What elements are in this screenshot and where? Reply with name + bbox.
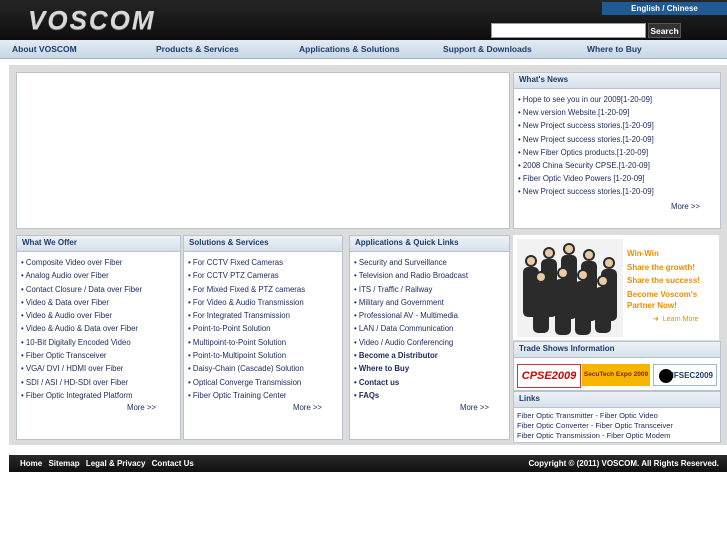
offer-item[interactable]: • Video & Data over Fiber <box>21 296 180 309</box>
news-item[interactable]: • Hope to see you in our 2009[1-20-09] <box>518 93 720 106</box>
cpse-logo[interactable]: CPSE2009 <box>517 364 581 388</box>
offer-item[interactable]: • Analog Audio over Fiber <box>21 269 180 282</box>
arrow-right-icon: ➜ <box>653 316 659 323</box>
news-item[interactable]: • New Fiber Optics products.[1-20-09] <box>518 146 720 159</box>
trade-shows-title: Trade Shows Information <box>514 342 720 358</box>
seo-link[interactable]: Fiber Optic Transmission - Fiber Optic M… <box>514 431 720 441</box>
offer-item[interactable]: • Composite Video over Fiber <box>21 256 180 269</box>
footer-link-legal[interactable]: Legal & Privacy <box>86 459 146 468</box>
news-title: What's News <box>514 73 720 89</box>
offer-item[interactable]: • SDI / ASI / HD-SDI over Fiber <box>21 376 180 389</box>
applications-item[interactable]: • LAN / Data Communication <box>354 322 509 335</box>
footer-link-sitemap[interactable]: Sitemap <box>48 459 79 468</box>
partner-promo[interactable]: Win-Win Share the growth! Share the succ… <box>513 235 719 340</box>
solutions-item[interactable]: • For Mixed Fixed & PTZ cameras <box>188 283 342 296</box>
links-panel: Links Fiber Optic Transmitter - Fiber Op… <box>513 391 721 443</box>
seo-link[interactable]: Fiber Optic Converter - Fiber Optic Tran… <box>514 421 720 431</box>
solutions-item[interactable]: • For CCTV Fixed Cameras <box>188 256 342 269</box>
footer-link-contact[interactable]: Contact Us <box>152 459 194 468</box>
solutions-item[interactable]: • For Video & Audio Transmission <box>188 296 342 309</box>
promo-line: Become Voscom's <box>627 290 698 299</box>
offer-item[interactable]: • Fiber Optic Integrated Platform <box>21 389 180 402</box>
offer-item[interactable]: • Video & Audio over Fiber <box>21 309 180 322</box>
site-header: VOSCOM English / Chinese Search <box>0 0 727 40</box>
applications-item[interactable]: • Television and Radio Broadcast <box>354 269 509 282</box>
copyright-text: Copyright © (2011) VOSCOM. All Rights Re… <box>528 459 719 468</box>
offer-title: What We Offer <box>17 236 180 252</box>
footer-links: Home Sitemap Legal & Privacy Contact Us <box>20 459 198 468</box>
solutions-panel: Solutions & Services • For CCTV Fixed Ca… <box>183 235 343 440</box>
applications-more-link[interactable]: More >> <box>460 403 489 412</box>
ifsec-logo[interactable]: IFSEC2009 <box>653 364 717 386</box>
business-people-photo <box>517 239 623 337</box>
solutions-title: Solutions & Services <box>184 236 342 252</box>
solutions-item[interactable]: • Point-to-Multipoint Solution <box>188 349 342 362</box>
news-item[interactable]: • Fiber Optic Video Powers [1-20-09] <box>518 172 720 185</box>
nav-item-about[interactable]: About VOSCOM <box>12 44 77 54</box>
secutech-logo[interactable]: SecuTech Expo 2009 <box>582 364 650 386</box>
promo-line: Share the growth! <box>627 263 696 272</box>
news-item[interactable]: • New version Website.[1-20-09] <box>518 106 720 119</box>
applications-title: Applications & Quick Links <box>350 236 509 252</box>
trade-shows-panel: Trade Shows Information CPSE2009 SecuTec… <box>513 341 721 391</box>
nav-item-products[interactable]: Products & Services <box>156 44 239 54</box>
applications-item[interactable]: • Video / Audio Conferencing <box>354 336 509 349</box>
applications-item[interactable]: • Contact us <box>354 376 509 389</box>
news-item[interactable]: • 2008 China Security CPSE.[1-20-09] <box>518 159 720 172</box>
applications-item[interactable]: • Become a Distributor <box>354 349 509 362</box>
search-button[interactable]: Search <box>648 23 681 38</box>
ifsec-emblem-icon <box>659 369 673 383</box>
news-item[interactable]: • New Project success stories.[1-20-09] <box>518 119 720 132</box>
solutions-item[interactable]: • Daisy-Chain (Cascade) Solution <box>188 362 342 375</box>
news-more-link[interactable]: More >> <box>671 202 700 211</box>
links-title: Links <box>514 392 720 408</box>
solutions-item[interactable]: • For CCTV PTZ Cameras <box>188 269 342 282</box>
promo-line: Share the success! <box>627 276 700 285</box>
applications-item[interactable]: • FAQs <box>354 389 509 402</box>
applications-item[interactable]: • Military and Government <box>354 296 509 309</box>
applications-item[interactable]: • Where to Buy <box>354 362 509 375</box>
applications-item[interactable]: • Professional AV - Multimedia <box>354 309 509 322</box>
offer-item[interactable]: • VGA/ DVI / HDMI over Fiber <box>21 362 180 375</box>
offer-panel: What We Offer • Composite Video over Fib… <box>16 235 181 440</box>
feature-banner[interactable] <box>16 72 510 229</box>
solutions-item[interactable]: • For Integrated Transmission <box>188 309 342 322</box>
applications-list: • Security and Surveillance • Television… <box>350 252 509 402</box>
news-item[interactable]: • New Project success stories.[1-20-09] <box>518 133 720 146</box>
nav-item-support[interactable]: Support & Downloads <box>443 44 532 54</box>
main-nav: About VOSCOM Products & Services Applica… <box>0 40 727 59</box>
applications-item[interactable]: • ITS / Traffic / Railway <box>354 283 509 296</box>
seo-link[interactable]: Fiber Optic Transmitter - Fiber Optic Vi… <box>514 411 720 421</box>
offer-item[interactable]: • Contact Closure / Data over Fiber <box>21 283 180 296</box>
solutions-item[interactable]: • Point-to-Point Solution <box>188 322 342 335</box>
offer-more-link[interactable]: More >> <box>127 403 156 412</box>
offer-item[interactable]: • Video & Audio & Data over Fiber <box>21 322 180 335</box>
offer-item[interactable]: • 10-Bit Digitally Encoded Video <box>21 336 180 349</box>
footer-link-home[interactable]: Home <box>20 459 42 468</box>
news-list: • Hope to see you in our 2009[1-20-09] •… <box>514 89 720 199</box>
solutions-list: • For CCTV Fixed Cameras • For CCTV PTZ … <box>184 252 342 402</box>
site-footer: Home Sitemap Legal & Privacy Contact Us … <box>9 455 727 472</box>
language-switch-link[interactable]: English / Chinese <box>602 2 727 15</box>
voscom-logo[interactable]: VOSCOM <box>28 5 156 36</box>
news-item[interactable]: • New Project success stories.[1-20-09] <box>518 185 720 198</box>
applications-item[interactable]: • Security and Surveillance <box>354 256 509 269</box>
nav-item-where-to-buy[interactable]: Where to Buy <box>587 44 642 54</box>
offer-list: • Composite Video over Fiber • Analog Au… <box>17 252 180 402</box>
promo-line: Win-Win <box>627 249 659 258</box>
offer-item[interactable]: • Fiber Optic Transceiver <box>21 349 180 362</box>
solutions-item[interactable]: • Multipoint-to-Point Solution <box>188 336 342 349</box>
solutions-item[interactable]: • Fiber Optic Training Center <box>188 389 342 402</box>
learn-more-link[interactable]: ➜ Learn More <box>653 315 699 323</box>
promo-line: Partner Now! <box>627 301 677 310</box>
applications-panel: Applications & Quick Links • Security an… <box>349 235 510 440</box>
news-panel: What's News • Hope to see you in our 200… <box>513 72 721 229</box>
nav-item-applications[interactable]: Applications & Solutions <box>299 44 400 54</box>
search-input[interactable] <box>491 23 646 38</box>
solutions-item[interactable]: • Optical Converge Transmission <box>188 376 342 389</box>
solutions-more-link[interactable]: More >> <box>293 403 322 412</box>
